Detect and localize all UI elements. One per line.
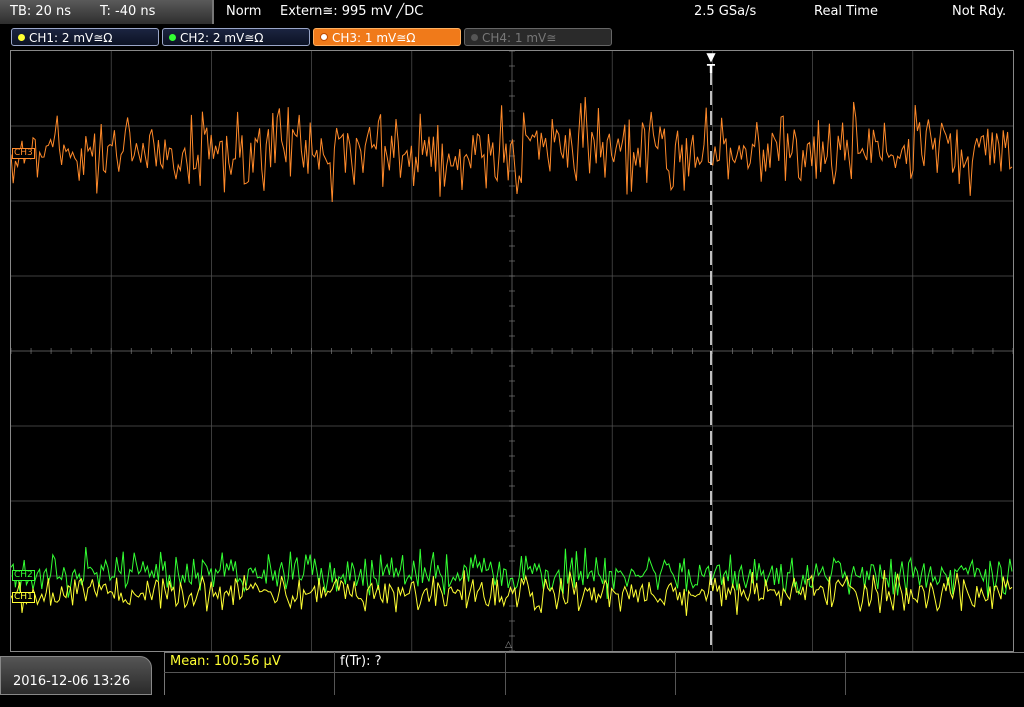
timebase-label: TB: 20 ns xyxy=(10,4,72,19)
mean-measurement: Mean: 100.56 µV xyxy=(170,654,281,669)
bottom-bar xyxy=(0,652,1024,695)
date-time-label: 2016-12-06 13:26 xyxy=(13,674,131,689)
meas-col-divider xyxy=(334,652,335,695)
center-marker-icon: △ xyxy=(505,640,512,650)
date-time-box: 2016-12-06 13:26 xyxy=(0,656,152,695)
trigger-source[interactable]: Extern≅: 995 mV ╱DC xyxy=(280,0,423,24)
timebase-box[interactable]: TB: 20 ns T: -40 ns xyxy=(0,0,214,24)
trigger-offset-label: T: -40 ns xyxy=(100,4,156,19)
frequency-measurement: f(Tr): ? xyxy=(340,654,382,669)
trigger-marker-label: T xyxy=(706,62,716,76)
ch1-level-marker[interactable]: CH1 xyxy=(12,592,35,603)
channel-2-label: CH2: 2 mV≅Ω xyxy=(180,31,264,45)
acquisition-mode[interactable]: Norm xyxy=(226,0,261,24)
channel-1-label: CH1: 2 mV≅Ω xyxy=(29,31,113,45)
ch1-dot-icon xyxy=(18,34,25,41)
ch3-dot-icon xyxy=(320,33,328,41)
acquisition-type: Real Time xyxy=(814,4,878,19)
ch2-level-marker[interactable]: CH2 xyxy=(12,570,35,581)
trigger-status: Not Rdy. xyxy=(952,4,1007,19)
meas-col-divider xyxy=(675,652,676,695)
waveform-svg xyxy=(11,51,1013,651)
waveform-display[interactable] xyxy=(10,50,1014,652)
meas-top-border xyxy=(164,652,1024,653)
sample-rate: 2.5 GSa/s xyxy=(694,4,757,19)
meas-divider xyxy=(164,652,165,695)
meas-row-divider xyxy=(164,672,1024,673)
meas-col-divider xyxy=(505,652,506,695)
ch3-level-marker[interactable]: CH3 xyxy=(12,148,35,159)
ch4-dot-icon xyxy=(471,34,478,41)
meas-col-divider xyxy=(845,652,846,695)
channel-3-label: CH3: 1 mV≅Ω xyxy=(332,31,416,45)
channel-3-button[interactable]: CH3: 1 mV≅Ω xyxy=(313,28,461,46)
channel-2-button[interactable]: CH2: 2 mV≅Ω xyxy=(162,28,310,46)
ch2-dot-icon xyxy=(169,34,176,41)
trigger-position-marker[interactable]: ▼ T xyxy=(704,51,718,75)
top-status-bar: TB: 20 ns T: -40 ns Norm Extern≅: 995 mV… xyxy=(0,0,1024,24)
channel-4-button[interactable]: CH4: 1 mV≅ xyxy=(464,28,612,46)
channel-1-button[interactable]: CH1: 2 mV≅Ω xyxy=(11,28,159,46)
channel-4-label: CH4: 1 mV≅ xyxy=(482,31,557,45)
